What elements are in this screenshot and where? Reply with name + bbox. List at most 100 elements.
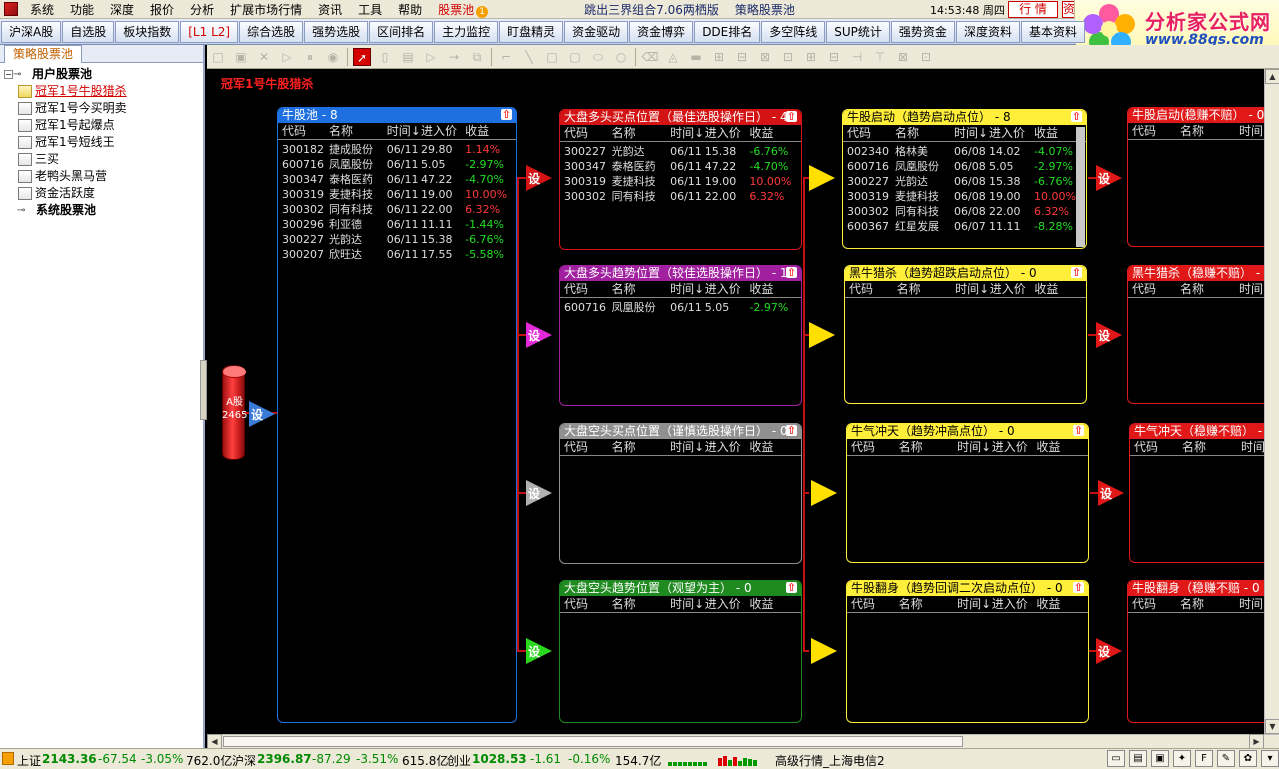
- line-icon[interactable]: ╲: [520, 48, 538, 66]
- col-name[interactable]: 名称: [1180, 596, 1239, 612]
- col-name[interactable]: 名称: [899, 439, 958, 455]
- tab-basic-data[interactable]: 基本资料: [1020, 20, 1085, 43]
- col-name[interactable]: 名称: [612, 596, 671, 612]
- col-price[interactable]: 进入价: [705, 281, 750, 297]
- arrow-icon[interactable]: →: [445, 48, 463, 66]
- rect-icon[interactable]: ▯: [376, 48, 394, 66]
- stock-row[interactable]: 600716 凤凰股份 06/11 5.05 -2.97%: [282, 157, 516, 172]
- col-gain[interactable]: 收益: [749, 439, 801, 455]
- ellipse-icon[interactable]: ⬭: [589, 48, 607, 66]
- stock-row[interactable]: 300319 麦捷科技 06/11 19.00 10.00%: [282, 187, 516, 202]
- menu-analysis[interactable]: 分析: [182, 1, 222, 18]
- col-gain[interactable]: 收益: [749, 281, 801, 297]
- col-gain[interactable]: 收益: [465, 123, 516, 139]
- col-time[interactable]: 时间↓: [670, 439, 705, 455]
- col-time[interactable]: 时间↓: [957, 439, 992, 455]
- col-code[interactable]: 代码: [564, 596, 612, 612]
- stock-row[interactable]: 300227 光韵达 06/08 15.38 -6.76%: [847, 174, 1086, 189]
- col-name[interactable]: 名称: [1180, 123, 1239, 139]
- connection-status[interactable]: 高级行情_上海电信2: [775, 752, 885, 769]
- tab-strong-select[interactable]: 强势选股: [304, 20, 369, 43]
- tree-item-pool-6[interactable]: 资金活跃度: [4, 185, 203, 202]
- menu-function[interactable]: 功能: [62, 1, 102, 18]
- col-gain[interactable]: 收益: [1034, 281, 1086, 297]
- tree-item-pool-4[interactable]: 三买: [4, 151, 203, 168]
- align-top-icon[interactable]: ⊡: [779, 48, 797, 66]
- col-name[interactable]: 名称: [897, 281, 956, 297]
- pool-main[interactable]: 牛股池 - 8 ⇧ 代码 名称 时间↓ 进入价 收益 300182 捷成股份 06/…: [277, 107, 517, 723]
- a-share-source-cylinder[interactable]: A股 2465: [222, 365, 247, 460]
- col-name[interactable]: 名称: [1180, 281, 1239, 297]
- trash-icon[interactable]: ⌫: [641, 48, 659, 66]
- tab-dde-rank[interactable]: DDE排名: [694, 20, 761, 43]
- col-price[interactable]: 进入价: [989, 125, 1034, 141]
- stock-row[interactable]: 300302 同有科技 06/11 22.00 6.32%: [282, 202, 516, 217]
- new-icon[interactable]: □: [209, 48, 227, 66]
- col-name[interactable]: 名称: [1182, 439, 1241, 455]
- pointer-icon[interactable]: ➚: [353, 47, 371, 66]
- col-time[interactable]: 时间↓: [1239, 123, 1264, 139]
- expand-up-icon[interactable]: ⇧: [786, 111, 797, 122]
- menu-quote[interactable]: 报价: [142, 1, 182, 18]
- scroll-thumb[interactable]: [223, 736, 963, 747]
- distribute-v-icon[interactable]: ⊤: [871, 48, 889, 66]
- scroll-down-icon[interactable]: ▼: [1265, 719, 1279, 734]
- copy-icon[interactable]: ▣: [232, 48, 250, 66]
- pool-d4[interactable]: 牛股翻身（趋势回调二次启动点位） - 0 ⇧ 代码 名称 时间↓ 进入价 收益: [846, 580, 1089, 723]
- col-price[interactable]: 进入价: [992, 439, 1037, 455]
- filter-arrow-d4[interactable]: [811, 638, 837, 664]
- group-icon[interactable]: ⧉: [468, 48, 486, 66]
- formula-icon[interactable]: F: [1195, 750, 1213, 767]
- menu-system[interactable]: 系统: [22, 1, 62, 18]
- col-code[interactable]: 代码: [851, 439, 899, 455]
- scroll-up-icon[interactable]: ▲: [1265, 69, 1279, 84]
- edit-icon[interactable]: ✎: [1217, 750, 1235, 767]
- col-price[interactable]: 进入价: [990, 281, 1035, 297]
- col-name[interactable]: 名称: [895, 125, 954, 141]
- tree-item-pool-2[interactable]: 冠军1号起爆点: [4, 117, 203, 134]
- collapse-icon[interactable]: −: [4, 70, 13, 79]
- window-icon[interactable]: ▭: [1107, 750, 1125, 767]
- menu-extended-market[interactable]: 扩展市场行情: [222, 1, 310, 18]
- col-time[interactable]: 时间↓: [387, 123, 421, 139]
- tab-main-monitor[interactable]: 主力监控: [434, 20, 499, 43]
- fill-icon[interactable]: ◬: [664, 48, 682, 66]
- col-time[interactable]: 时间↓: [955, 281, 990, 297]
- delete-icon[interactable]: ✕: [255, 48, 273, 66]
- tab-composite-select[interactable]: 综合选股: [239, 20, 304, 43]
- stock-row[interactable]: 600716 凤凰股份 06/08 5.05 -2.97%: [847, 159, 1086, 174]
- col-price[interactable]: 进入价: [705, 596, 750, 612]
- col-code[interactable]: 代码: [564, 281, 612, 297]
- expand-up-icon[interactable]: ⇧: [786, 582, 797, 593]
- tab-strategy-pool[interactable]: 策略股票池: [4, 45, 83, 63]
- scroll-left-icon[interactable]: ◀: [207, 734, 222, 749]
- triangle-icon[interactable]: ▷: [422, 48, 440, 66]
- tree-group-user[interactable]: − ⊸ 用户股票池: [4, 66, 203, 83]
- tree-group-system[interactable]: ⊸ 系统股票池: [4, 202, 203, 219]
- connector-icon[interactable]: ⌐: [497, 48, 515, 66]
- stock-row[interactable]: 300302 同有科技 06/08 22.00 6.32%: [847, 204, 1086, 219]
- tree-item-pool-1[interactable]: 冠军1号今买明卖: [4, 100, 203, 117]
- tree-item-pool-5[interactable]: 老鸭头黑马营: [4, 168, 203, 185]
- tab-sector-index[interactable]: 板块指数: [115, 20, 180, 43]
- col-price[interactable]: 进入价: [705, 125, 750, 141]
- pool-c1[interactable]: 大盘多头买点位置（最佳选股操作日） - 4 ⇧ 代码 名称 时间↓ 进入价 收益 300…: [559, 109, 802, 250]
- play-icon[interactable]: ▷: [278, 48, 296, 66]
- stock-row[interactable]: 600367 红星发展 06/07 11.11 -8.28%: [847, 219, 1086, 234]
- expand-up-icon[interactable]: ⇧: [1073, 425, 1084, 436]
- expand-up-icon[interactable]: ⇧: [501, 109, 512, 120]
- pool-d3[interactable]: 牛气冲天（趋势冲高点位） - 0 ⇧ 代码 名称 时间↓ 进入价 收益: [846, 423, 1089, 563]
- tab-sup-stats[interactable]: SUP统计: [826, 20, 890, 43]
- filter-arrow-d2[interactable]: [809, 322, 835, 348]
- stock-row[interactable]: 300319 麦捷科技 06/11 19.00 10.00%: [564, 174, 801, 189]
- col-code[interactable]: 代码: [282, 123, 329, 139]
- col-name[interactable]: 名称: [612, 125, 671, 141]
- pool-e1[interactable]: 牛股启动(稳赚不赔） - 0 代码名称时间↓: [1127, 107, 1264, 247]
- expand-up-icon[interactable]: ⇧: [786, 425, 797, 436]
- col-time[interactable]: 时间↓: [670, 125, 705, 141]
- stock-row[interactable]: 300347 泰格医药 06/11 47.22 -4.70%: [564, 159, 801, 174]
- tab-shsz-a[interactable]: 沪深A股: [1, 20, 62, 43]
- expand-up-icon[interactable]: ⇧: [786, 267, 797, 278]
- align-middle-icon[interactable]: ⊞: [802, 48, 820, 66]
- col-name[interactable]: 名称: [329, 123, 387, 139]
